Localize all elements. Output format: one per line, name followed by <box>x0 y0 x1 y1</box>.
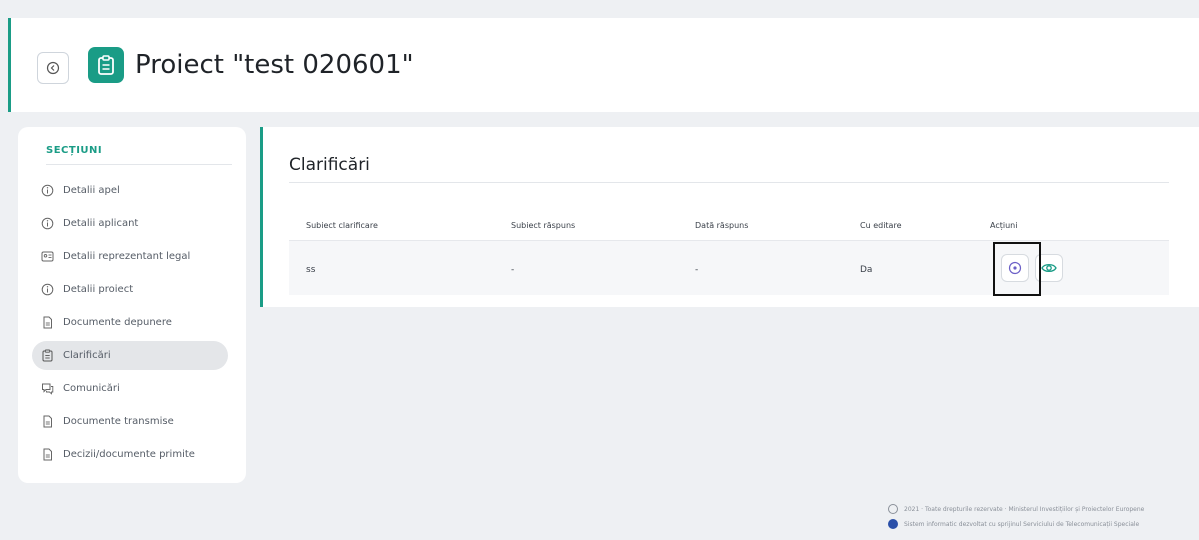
document-icon <box>40 415 54 429</box>
document-icon <box>40 316 54 330</box>
footer-sts: Sistem informatic dezvoltat cu sprijinul… <box>888 519 1139 529</box>
chat-icon <box>40 382 54 396</box>
sidebar-item-decizii-documente-primite[interactable]: Decizii/documente primite <box>32 440 228 469</box>
section-title: Clarificări <box>289 155 370 175</box>
sidebar-item-label: Comunicări <box>63 383 120 394</box>
column-header-cu-editare[interactable]: Cu editare <box>860 221 902 230</box>
clipboard-icon <box>40 349 54 363</box>
sidebar-item-clarificari[interactable]: Clarificări <box>32 341 228 370</box>
id-card-icon <box>40 250 54 264</box>
sidebar-heading: SECȚIUNI <box>46 145 103 156</box>
cell-subiect-clarificare: ss <box>306 265 316 275</box>
cell-data-raspuns: - <box>695 265 699 275</box>
sidebar-item-label: Detalii proiect <box>63 284 134 295</box>
sidebar-item-label: Documente transmise <box>63 416 174 427</box>
footer-copyright-text: 2021 · Toate drepturile rezervate · Mini… <box>904 505 1145 513</box>
column-header-subiect-clarificare[interactable]: Subiect clarificare <box>306 221 378 230</box>
info-circle-icon <box>40 184 54 198</box>
clarificari-panel: Clarificări Subiect clarificare Subiect … <box>260 127 1199 307</box>
eye-icon <box>1041 263 1057 273</box>
sidebar-item-label: Clarificări <box>63 350 111 361</box>
column-header-data-raspuns[interactable]: Dată răspuns <box>695 221 748 230</box>
sts-logo-icon <box>888 519 898 529</box>
sidebar-item-label: Detalii apel <box>63 185 120 196</box>
sidebar-item-comunicari[interactable]: Comunicări <box>32 374 228 403</box>
copyright-icon <box>888 504 898 514</box>
sidebar-item-label: Documente depunere <box>63 317 172 328</box>
sidebar-item-detalii-proiect[interactable]: Detalii proiect <box>32 275 228 304</box>
sidebar-item-label: Detalii aplicant <box>63 218 139 229</box>
page-header: Proiect "test 020601" <box>8 18 1199 112</box>
sidebar-item-detalii-aplicant[interactable]: Detalii aplicant <box>32 209 228 238</box>
sidebar-divider <box>46 164 232 165</box>
sidebar-item-documente-depunere[interactable]: Documente depunere <box>32 308 228 337</box>
cell-subiect-raspuns: - <box>511 265 515 275</box>
sidebar-item-label: Decizii/documente primite <box>63 449 195 460</box>
info-circle-icon <box>40 283 54 297</box>
column-header-subiect-raspuns[interactable]: Subiect răspuns <box>511 221 575 230</box>
title-divider <box>289 182 1169 183</box>
back-arrow-icon <box>46 61 60 75</box>
sections-sidebar: SECȚIUNI Detalii apel Detalii aplicant D… <box>18 127 246 483</box>
footer-copyright: 2021 · Toate drepturile rezervate · Mini… <box>888 504 1144 514</box>
page-title: Proiect "test 020601" <box>135 50 414 80</box>
sidebar-item-detalii-reprezentant-legal[interactable]: Detalii reprezentant legal <box>32 242 228 271</box>
cell-cu-editare: Da <box>860 265 873 275</box>
back-button[interactable] <box>37 52 69 84</box>
column-header-actiuni: Acțiuni <box>990 221 1018 230</box>
sidebar-item-detalii-apel[interactable]: Detalii apel <box>32 176 228 205</box>
sidebar-item-documente-transmise[interactable]: Documente transmise <box>32 407 228 436</box>
footer-sts-text: Sistem informatic dezvoltat cu sprijinul… <box>904 520 1140 528</box>
sidebar-item-label: Detalii reprezentant legal <box>63 251 191 262</box>
clipboard-icon <box>88 47 124 83</box>
document-icon <box>40 448 54 462</box>
info-circle-icon <box>40 217 54 231</box>
highlight-box <box>993 242 1041 296</box>
